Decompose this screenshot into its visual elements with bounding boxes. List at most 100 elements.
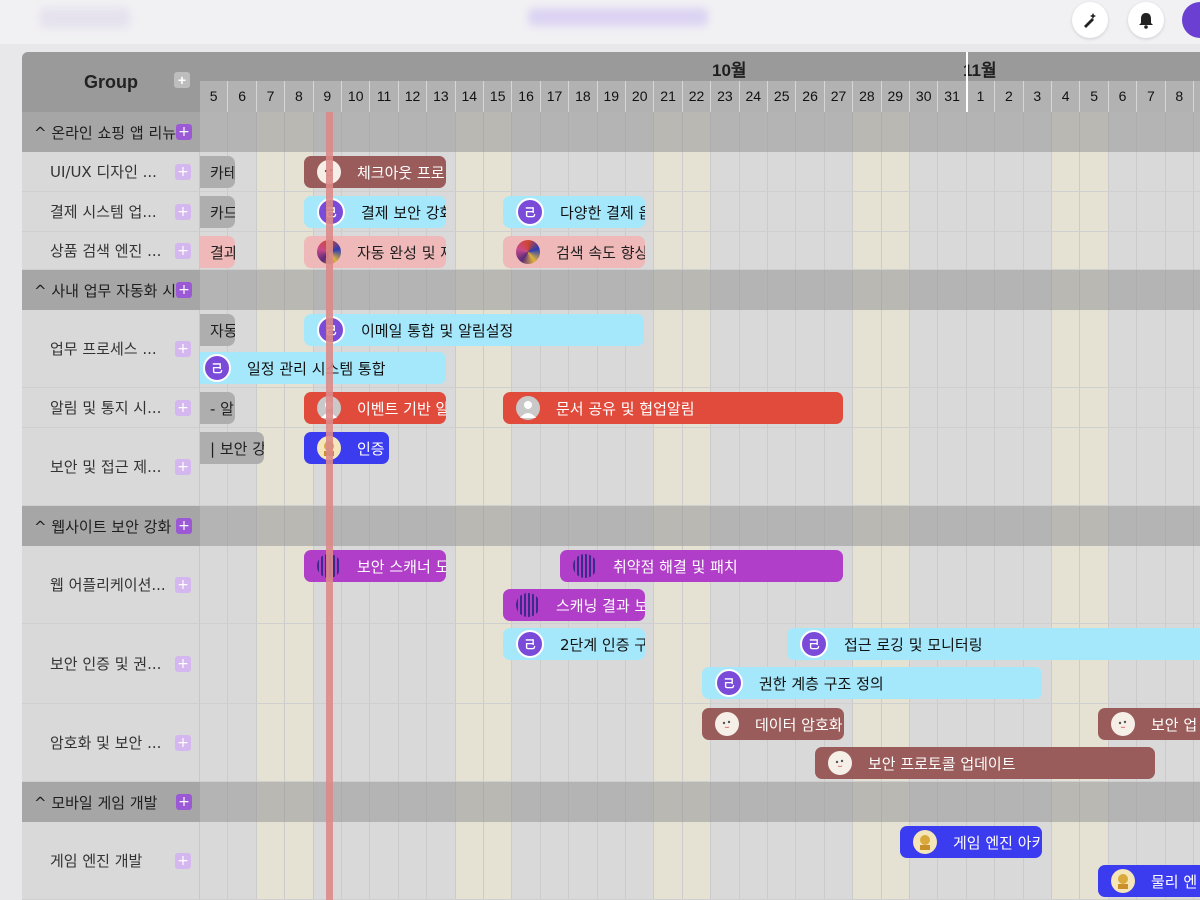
day-header-cell: 5 <box>200 81 229 112</box>
group-band <box>200 506 1200 546</box>
task-bar[interactable]: 취약점 해결 및 패치 <box>560 550 843 582</box>
day-header-cell: 10 <box>342 81 371 112</box>
subgroup-row-label[interactable]: UI/UX 디자인 ... + <box>22 152 200 192</box>
task-bar-label: 인증 <box>357 439 385 458</box>
subgroup-row-title: 게임 엔진 개발 <box>50 852 143 870</box>
add-item-button[interactable]: + <box>175 577 191 593</box>
subgroup-row-title: UI/UX 디자인 ... <box>50 163 157 181</box>
subgroup-row-title: 상품 검색 엔진 ... <box>50 242 162 260</box>
add-row-button[interactable]: + <box>176 518 192 534</box>
task-bar[interactable]: 보안 프로토콜 업데이트 <box>815 747 1155 779</box>
group-row-title: ^ 사내 업무 자동화 시 <box>34 281 177 300</box>
row-divider <box>200 191 1200 192</box>
task-bar[interactable]: | 보안 강화 <box>200 432 264 464</box>
subgroup-row-label[interactable]: 보안 인증 및 권... + <box>22 624 200 704</box>
task-bar[interactable]: 문서 공유 및 협업알림 <box>503 392 843 424</box>
task-bar-label: 자동 완성 및 제 <box>357 243 446 262</box>
add-item-button[interactable]: + <box>175 341 191 357</box>
brush-sparkle-icon[interactable] <box>1072 2 1108 38</box>
task-bar[interactable]: 己 다양한 결제 옵 <box>503 196 645 228</box>
task-bar[interactable]: 물리 엔 <box>1098 865 1200 897</box>
subgroup-row-title: 알림 및 통지 시... <box>50 399 162 417</box>
face-avatar-icon <box>715 712 739 736</box>
task-bar[interactable]: 게임 엔진 아키 <box>900 826 1042 858</box>
group-row-title: ^ 온라인 쇼핑 앱 리뉴 <box>34 123 177 142</box>
day-header-cell: 12 <box>398 81 428 112</box>
day-header-cell: 15 <box>484 81 513 112</box>
day-header-cell: 23 <box>711 81 740 112</box>
add-row-button[interactable]: + <box>176 282 192 298</box>
month-label-october: 10월 <box>712 61 747 80</box>
day-header-cell: 7 <box>1137 81 1166 112</box>
task-bar[interactable]: 검색 속도 향상 <box>503 236 645 268</box>
group-row-label[interactable]: ^ 사내 업무 자동화 시 + <box>22 270 200 310</box>
task-bar[interactable]: 己 일정 관리 시스템 통합 <box>200 352 446 384</box>
task-bar-label: 결제 보안 강화 <box>361 203 446 222</box>
subgroup-row-label[interactable]: 결제 시스템 업... + <box>22 192 200 232</box>
add-item-button[interactable]: + <box>175 656 191 672</box>
day-header-cell: 3 <box>1023 81 1052 112</box>
task-bar[interactable]: 己 접근 로깅 및 모니터링 <box>787 628 1200 660</box>
task-bar[interactable]: 己 2단계 인증 구 <box>503 628 645 660</box>
add-row-button[interactable]: + <box>176 124 192 140</box>
task-bar-label: 보안 프로토콜 업데이트 <box>868 754 1016 773</box>
group-row-label[interactable]: ^ 모바일 게임 개발 + <box>22 782 200 822</box>
task-bar[interactable]: 카테고리 <box>200 156 235 188</box>
task-bar[interactable]: 己 권한 계층 구조 정의 <box>702 667 1042 699</box>
task-bar[interactable]: 인증 <box>304 432 389 464</box>
add-item-button[interactable]: + <box>175 459 191 475</box>
task-bar[interactable]: 스캐닝 결과 보 <box>503 589 645 621</box>
subgroup-row-label[interactable]: 게임 엔진 개발 + <box>22 822 200 900</box>
day-header-cell: 8 <box>285 81 314 112</box>
task-bar-label: 물리 엔 <box>1151 872 1198 891</box>
task-bar-label: | 보안 강화 <box>210 439 264 458</box>
task-bar-label: 보안 업 <box>1151 715 1198 734</box>
add-item-button[interactable]: + <box>175 204 191 220</box>
day-header-cell: 4 <box>1052 81 1081 112</box>
group-row-label[interactable]: ^ 온라인 쇼핑 앱 리뉴 + <box>22 112 200 152</box>
face-avatar-icon <box>828 751 852 775</box>
team-logo-icon: 己 <box>516 630 544 658</box>
task-bar[interactable]: 보안 업 <box>1098 708 1200 740</box>
day-header-cell: 5 <box>1080 81 1109 112</box>
add-item-button[interactable]: + <box>175 164 191 180</box>
gold-avatar-icon <box>913 830 937 854</box>
subgroup-row-label[interactable]: 웹 어플리케이션... + <box>22 546 200 624</box>
day-header-cell: 30 <box>910 81 939 112</box>
task-bar[interactable]: 데이터 암호화 <box>702 708 844 740</box>
add-row-button[interactable]: + <box>176 794 192 810</box>
subgroup-row-label[interactable]: 보안 및 접근 제... + <box>22 428 200 506</box>
add-item-button[interactable]: + <box>175 400 191 416</box>
day-header-cell: 6 <box>1108 81 1138 112</box>
task-bar[interactable]: 결과 정확 <box>200 236 235 268</box>
task-bar[interactable]: 카드 결제 <box>200 196 235 228</box>
month-row: 10월 11월 <box>200 52 1200 81</box>
add-item-button[interactable]: + <box>175 853 191 869</box>
add-group-button[interactable]: + <box>174 72 190 88</box>
subgroup-row-title: 암호화 및 보안 ... <box>50 734 162 752</box>
add-item-button[interactable]: + <box>175 243 191 259</box>
day-header-cell: 27 <box>824 81 854 112</box>
subgroup-row-title: 보안 및 접근 제... <box>50 458 162 476</box>
day-header-cell: 26 <box>796 81 825 112</box>
user-avatar-icon[interactable] <box>1182 2 1200 38</box>
row-divider <box>200 623 1200 624</box>
subgroup-row-label[interactable]: 업무 프로세스 ... + <box>22 310 200 388</box>
day-header-cell: 13 <box>427 81 456 112</box>
bell-icon[interactable] <box>1128 2 1164 38</box>
group-row-label[interactable]: ^ 웹사이트 보안 강화 + <box>22 506 200 546</box>
add-item-button[interactable]: + <box>175 735 191 751</box>
subgroup-row-label[interactable]: 상품 검색 엔진 ... + <box>22 232 200 270</box>
team-logo-icon: 己 <box>203 354 231 382</box>
task-bar[interactable]: - 알림설 <box>200 392 235 424</box>
subgroup-row-label[interactable]: 알림 및 통지 시... + <box>22 388 200 428</box>
day-header-cell: 11 <box>370 81 399 112</box>
subgroup-row-label[interactable]: 암호화 및 보안 ... + <box>22 704 200 782</box>
today-marker <box>326 112 333 900</box>
month-label-november: 11월 <box>963 61 997 80</box>
task-bar-label: 다양한 결제 옵 <box>560 203 645 222</box>
task-bar[interactable]: 己이메일 통합 및 알림설정 <box>304 314 644 346</box>
day-header-cell: 9 <box>313 81 342 112</box>
task-bar-label: 문서 공유 및 협업알림 <box>556 399 695 418</box>
task-bar[interactable]: 자동화 <box>200 314 235 346</box>
